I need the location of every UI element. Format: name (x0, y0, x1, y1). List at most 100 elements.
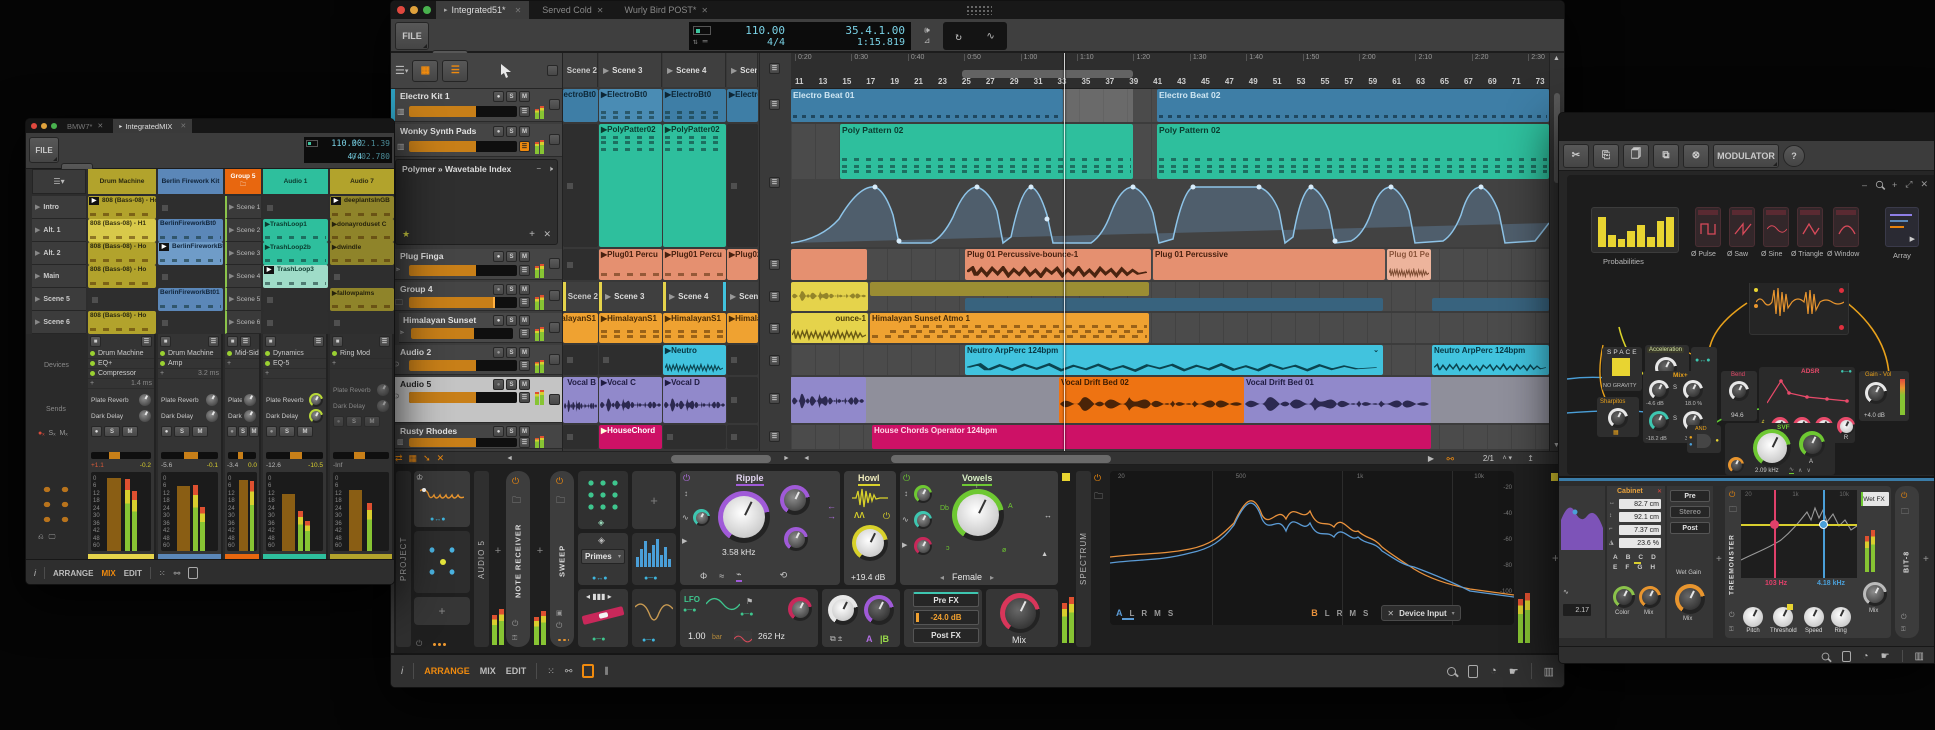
group-folder-icon[interactable]: 🗀 (395, 297, 403, 311)
preset-folder-icon[interactable]: 🗀 (556, 493, 565, 509)
add-device-row[interactable]: + (263, 369, 326, 379)
loop-icon[interactable]: ↻ (955, 30, 962, 43)
transport-display[interactable]: 110.00 4/4 2.2.1.39 0:02.780 (304, 137, 392, 163)
tempo-value[interactable]: 110.00 (717, 24, 785, 37)
howl-gain-value[interactable]: +19.4 dB (851, 572, 885, 582)
send-row[interactable]: Plate Reverb (330, 382, 392, 398)
ripple-mode-icons[interactable]: Φ≈⌁⟲ (700, 569, 787, 582)
pre-fx-button[interactable]: Pre FX (913, 592, 979, 607)
loop-controls[interactable]: ↻ ∿ (943, 22, 1007, 50)
arranger-clip-neutro-2[interactable]: Neutro ArpPerc 124bpm (1432, 345, 1549, 375)
solo-button[interactable]: S (346, 416, 362, 427)
help-button[interactable]: ? (1783, 145, 1805, 167)
scene-play-icon[interactable]: ▶ (229, 318, 234, 326)
strip-menu-button[interactable]: ☰ (208, 336, 219, 347)
empty-slot[interactable] (158, 265, 223, 288)
channel-toggle[interactable]: S (1168, 609, 1173, 618)
io-square[interactable] (549, 354, 560, 365)
device-power-bottom[interactable]: ⏻ (1729, 612, 1735, 620)
mix-view-button[interactable]: MIX (101, 569, 115, 578)
remote-icon[interactable]: ▣ (556, 609, 563, 617)
device-popup-title[interactable]: Polymer » Wavetable Index (402, 164, 537, 175)
cabinet-field[interactable]: 23.6 % (1619, 538, 1661, 548)
svf-mode-icons[interactable]: ∿∧∨ (1789, 466, 1811, 474)
solo-button[interactable]: S (506, 126, 517, 137)
cabinet-field[interactable]: 7.37 cm (1619, 525, 1661, 535)
lfo-knob[interactable] (788, 597, 812, 621)
lfo-rate-value[interactable]: 1.00 (688, 631, 706, 641)
edit-view-button[interactable]: EDIT (124, 569, 142, 578)
search-icon[interactable] (1447, 667, 1456, 676)
session-clip[interactable]: 808 (Bass-08) - Ho (88, 242, 156, 265)
scene-row[interactable]: ▶Alt. 2 (32, 242, 86, 265)
expand-arrows-icon[interactable]: ↕ (684, 489, 688, 498)
mute-button[interactable]: M (519, 426, 530, 437)
svf-res-knob[interactable] (1799, 431, 1825, 457)
scene-play-icon[interactable]: ▶ (731, 66, 737, 75)
session-clip[interactable]: ▶BerlinFireworkBt01 (158, 242, 223, 265)
arrange-view-button[interactable]: ARRANGE (424, 666, 470, 676)
device-item[interactable]: Compressor (88, 369, 154, 379)
arranger-ruler[interactable]: 0:200:300:400:501:001:101:201:301:401:50… (791, 53, 1549, 89)
arm-button[interactable]: ● (493, 347, 504, 358)
solo-button[interactable]: S (506, 251, 517, 262)
arm-button[interactable]: ● (493, 284, 504, 295)
device-enabled-dot[interactable] (90, 361, 95, 366)
arr-scroll-left-icon[interactable]: ◄ (803, 455, 810, 462)
volume-slider[interactable] (409, 360, 517, 371)
io-square[interactable] (549, 258, 560, 269)
cabinet-field[interactable]: 92.1 cm (1619, 512, 1661, 522)
close-icon[interactable]: ✕ (1920, 179, 1928, 190)
monitor-icon[interactable]: 🖵 (49, 534, 56, 542)
scissors-button[interactable]: ✂ (1563, 144, 1589, 168)
res-ring[interactable] (780, 485, 810, 515)
sends-label[interactable]: Sends (46, 406, 66, 413)
array-module[interactable]: ▶ (1885, 207, 1919, 247)
device-power-bottom-icon[interactable]: ⏻ (556, 621, 562, 631)
send-row[interactable]: DarkDl (225, 408, 259, 424)
arm-button[interactable]: ● (493, 426, 504, 437)
right-titlebar[interactable] (1559, 113, 1934, 141)
plus-device-icon[interactable]: + (534, 545, 546, 557)
arm-button[interactable]: ● (493, 251, 504, 262)
cabinet-letter[interactable]: B (1626, 554, 1631, 561)
arm-button[interactable]: ● (493, 91, 504, 102)
tm-knob-group[interactable]: Pitch (1743, 607, 1763, 634)
follow-icon[interactable]: ⇄ (395, 453, 403, 464)
mute-button[interactable]: M (364, 416, 380, 427)
scene-row[interactable]: ▶Scene 5 (32, 288, 86, 311)
gain-module[interactable]: Gain - Vol +4.0 dB (1859, 371, 1909, 421)
arranger-clip-plug-cut[interactable]: Plug 01 Pe (1387, 249, 1431, 280)
delete-button[interactable]: ⊗ (1683, 144, 1709, 168)
session-clip[interactable]: 808 (Bass-08) - Ho (88, 265, 156, 288)
device-enabled-dot[interactable] (160, 361, 165, 366)
svf-cutoff-knob[interactable] (1753, 429, 1791, 467)
arm-button[interactable]: ● (333, 416, 344, 427)
add-device-icon[interactable]: + (1716, 554, 1722, 565)
histogram-module[interactable]: ●─● (632, 533, 676, 585)
copy-button[interactable]: ⎘ (1593, 144, 1619, 168)
session-clip[interactable]: ▶TrashLoop3 (263, 265, 328, 288)
io-square[interactable] (549, 394, 560, 405)
device-item[interactable]: EQ+ (88, 359, 154, 369)
ports[interactable]: ●─● (642, 637, 655, 644)
howl-title[interactable]: Howl (858, 473, 880, 486)
arranger-clip-plug-percussive[interactable]: Plug 01 Percussive (1153, 249, 1385, 280)
tab-integratedmix[interactable]: ▸IntegratedMIX✕ (113, 119, 192, 133)
cabinet-title[interactable]: Cabinet (1617, 488, 1643, 495)
launcher-clip[interactable]: ▶Plug02 (727, 249, 758, 280)
group-scene-slot[interactable]: ▶Scene 3 (225, 242, 261, 265)
arm-button[interactable]: ● (493, 379, 504, 390)
scene-header-scene4[interactable]: ▶Scene 4 (663, 53, 726, 87)
mix-v2[interactable]: -18.2 dB (1646, 436, 1667, 442)
scene-play-icon[interactable]: ▶ (605, 292, 611, 301)
key-range-module[interactable]: ◂ ▮▮▮ ▸ ●─● (578, 589, 628, 647)
low-cut-line[interactable] (1774, 490, 1776, 578)
close-strip-icon[interactable]: ✕ (437, 453, 445, 464)
scene-play-icon[interactable]: ▶ (35, 272, 40, 280)
mute-button[interactable]: M (192, 426, 208, 437)
file-menu-button[interactable]: FILE (29, 137, 59, 163)
scene-play-icon[interactable]: ▶ (35, 203, 40, 211)
file-menu-button[interactable]: FILE (395, 22, 429, 50)
arm-button[interactable]: ● (227, 426, 237, 437)
